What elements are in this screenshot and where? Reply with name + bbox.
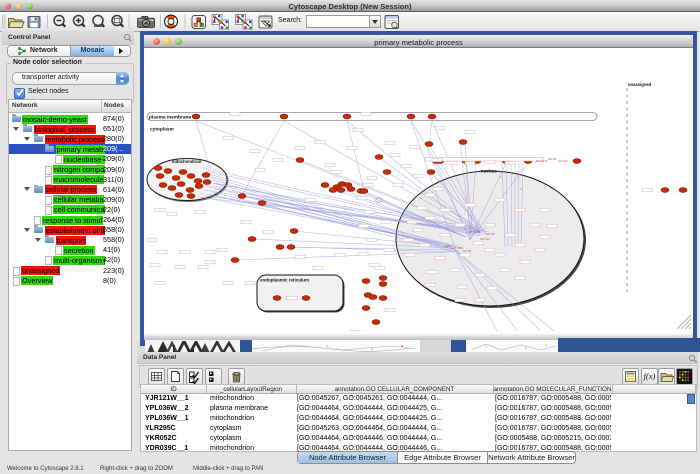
svg-text:unassigned: unassigned [628,82,652,87]
svg-text:cytoplasm: cytoplasm [150,127,174,133]
svg-text:mitochondrion: mitochondrion [172,159,202,164]
svg-text:GO:4444: GO:4444 [468,230,480,234]
svg-text:GO:0019: GO:0019 [536,159,548,163]
svg-text:endoplasmic reticulum: endoplasmic reticulum [260,278,309,283]
svg-text:GO:48: GO:48 [486,232,495,236]
svg-text:GO:044: GO:044 [558,159,568,163]
svg-text:GO:05: GO:05 [548,157,557,161]
svg-text:GO:4: GO:4 [445,244,452,248]
svg-text:GO:216: GO:216 [480,237,490,241]
svg-text:nucleus: nucleus [481,169,497,174]
svg-text:plasma membrane: plasma membrane [149,115,191,121]
svg-text:GO:05: GO:05 [463,249,472,253]
